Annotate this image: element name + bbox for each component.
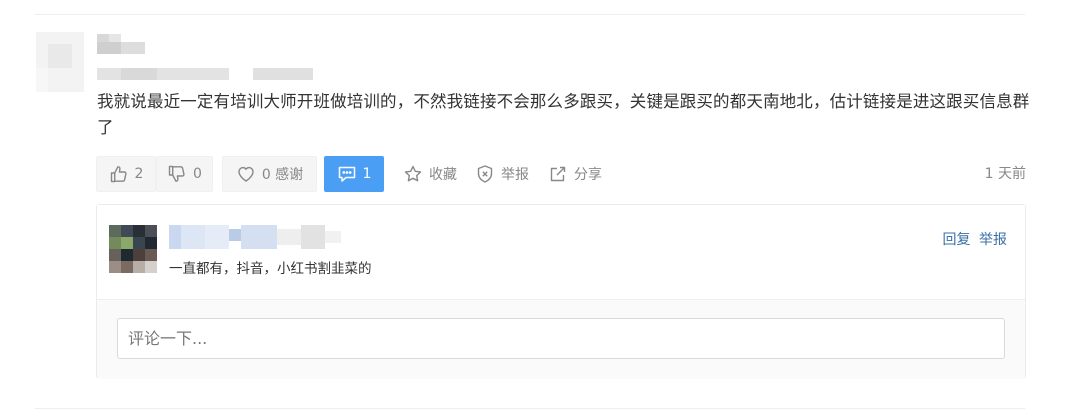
thumbs-down-icon	[167, 164, 187, 184]
reply-username-blurred[interactable]	[169, 225, 349, 249]
avatar[interactable]	[36, 32, 84, 92]
collect-label: 收藏	[429, 167, 457, 183]
share-button[interactable]: 分享	[544, 156, 606, 192]
share-icon	[548, 164, 568, 184]
action-bar: 2 0 0 感谢 1 收藏 举报 分享 1 天前	[96, 156, 1026, 192]
thanks-label: 0 感谢	[261, 167, 304, 183]
reply-avatar[interactable]	[109, 225, 157, 273]
shield-x-icon	[475, 164, 495, 184]
user-meta-blurred	[97, 66, 317, 82]
top-divider	[35, 14, 1025, 15]
bottom-divider	[35, 408, 1025, 409]
report-label: 举报	[501, 167, 529, 183]
username-blurred[interactable]	[97, 34, 157, 58]
comment-text: 我就说最近一定有培训大师开班做培训的，不然我链接不会那么多跟买，关键是跟买的都天…	[97, 92, 1030, 137]
comment-time: 1 天前	[984, 166, 1026, 182]
reply-section: 一直都有，抖音，小红书割韭菜的 回复 举报	[96, 204, 1026, 379]
star-icon	[403, 164, 423, 184]
reply-item: 一直都有，抖音，小红书割韭菜的 回复 举报	[97, 205, 1025, 299]
comment-input[interactable]	[117, 318, 1005, 359]
share-label: 分享	[574, 167, 602, 183]
reply-toggle-button[interactable]: 1	[324, 156, 384, 192]
thanks-button[interactable]: 0 感谢	[222, 156, 317, 192]
heart-icon	[236, 164, 256, 184]
report-button[interactable]: 举报	[472, 156, 532, 192]
thumbs-up-icon	[109, 164, 129, 184]
dislike-count: 0	[193, 166, 202, 182]
reply-count: 1	[362, 166, 372, 182]
reply-actions: 回复 举报	[939, 229, 1007, 249]
dislike-button[interactable]: 0	[156, 156, 213, 192]
like-count: 2	[134, 166, 144, 182]
collect-button[interactable]: 收藏	[398, 156, 462, 192]
like-button[interactable]: 2	[96, 156, 156, 192]
reply-report-link[interactable]: 举报	[979, 232, 1007, 248]
reply-text: 一直都有，抖音，小红书割韭菜的	[169, 261, 372, 277]
comment-form	[97, 299, 1025, 379]
reply-link[interactable]: 回复	[943, 232, 971, 248]
comment-icon	[337, 164, 357, 184]
